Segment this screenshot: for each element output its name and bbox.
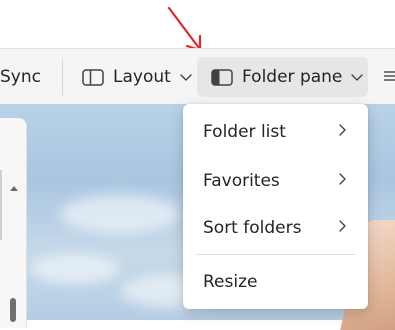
left-panel — [0, 118, 27, 328]
chevron-right-icon — [339, 220, 346, 232]
menu-item-sort-folders[interactable]: Sort folders — [183, 206, 368, 250]
chevron-down-icon — [351, 74, 364, 81]
toolbar-divider — [62, 59, 63, 95]
menu-item-favorites[interactable]: Favorites — [183, 159, 368, 203]
folder-pane-button[interactable]: Folder pane — [197, 57, 368, 97]
ribbon-toolbar: Sync Layout Folder pane — [0, 48, 395, 104]
sync-label: Sync — [0, 67, 41, 87]
menu-item-label: Resize — [203, 272, 258, 292]
layout-icon — [82, 68, 104, 86]
scrollbar-thumb[interactable] — [10, 298, 16, 322]
menu-item-label: Folder list — [203, 122, 286, 142]
menu-item-label: Sort folders — [203, 218, 302, 238]
menu-item-label: Favorites — [203, 171, 280, 191]
menu-item-folder-list[interactable]: Folder list — [183, 110, 368, 154]
chevron-down-icon — [180, 74, 192, 81]
scrollbar-track — [0, 170, 2, 240]
layout-button[interactable]: Layout — [74, 57, 201, 97]
menu-divider — [195, 254, 356, 255]
arrow-annotation-icon — [167, 6, 202, 52]
folder-pane-menu: Folder list Favorites Sort folders Resiz… — [183, 104, 368, 309]
chevron-right-icon — [339, 173, 346, 185]
sync-button[interactable]: Sync — [0, 57, 41, 97]
more-icon[interactable] — [383, 70, 395, 82]
chevron-right-icon — [339, 124, 346, 136]
layout-label: Layout — [113, 67, 171, 87]
menu-item-resize[interactable]: Resize — [183, 260, 368, 304]
folder-pane-icon — [211, 68, 233, 86]
folder-pane-label: Folder pane — [242, 67, 343, 87]
scroll-up-arrow-icon[interactable] — [10, 186, 18, 191]
